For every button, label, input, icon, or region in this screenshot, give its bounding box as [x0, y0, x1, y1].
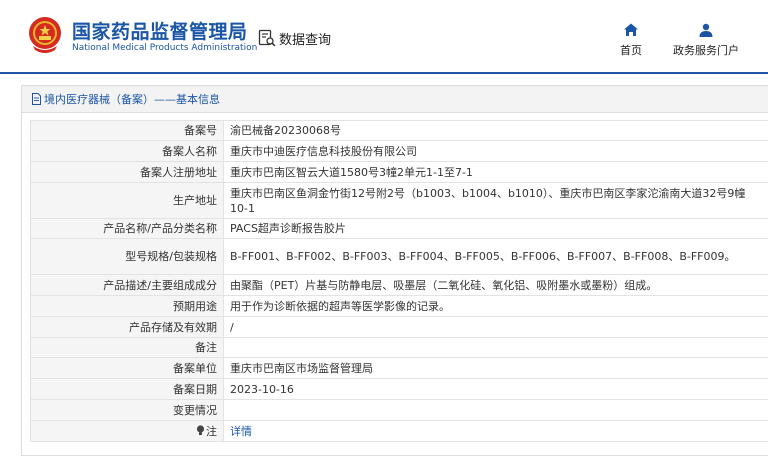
field-value: 2023-10-16 — [223, 378, 768, 400]
document-search-icon — [258, 29, 276, 47]
user-icon — [699, 23, 713, 37]
field-label: 备案人注册地址 — [30, 161, 224, 183]
panel-header: 境内医疗器械（备案）——基本信息 — [22, 86, 768, 113]
field-value: B-FF001、B-FF002、B-FF003、B-FF004、B-FF005、… — [223, 238, 768, 275]
table-row: 产品存储及有效期 / — [30, 316, 768, 338]
table-row: 注 详情 — [30, 420, 768, 442]
field-label: 产品名称/产品分类名称 — [30, 218, 224, 239]
field-value: 重庆市巴南区鱼洞金竹街12号附2号（b1003、b1004、b1010）、重庆市… — [223, 182, 768, 219]
note-label: 注 — [206, 424, 217, 438]
note-value-cell: 详情 — [223, 420, 768, 442]
table-row: 备案号 渝巴械备20230068号 — [30, 120, 768, 141]
field-label: 型号规格/包装规格 — [30, 238, 224, 275]
field-label: 备案日期 — [30, 378, 224, 400]
table-row: 生产地址 重庆市巴南区鱼洞金竹街12号附2号（b1003、b1004、b1010… — [30, 182, 768, 219]
table-row: 备注 — [30, 337, 768, 358]
table-row: 备案单位 重庆市巴南区市场监督管理局 — [30, 357, 768, 379]
field-label: 产品描述/主要组成成分 — [30, 274, 224, 296]
site-subtitle: National Medical Products Administration — [72, 43, 258, 53]
field-value: 重庆市中迪医疗信息科技股份有限公司 — [223, 140, 768, 162]
field-value — [223, 337, 768, 358]
table-row: 预期用途 用于作为诊断依据的超声等医学影像的记录。 — [30, 295, 768, 317]
note-label-cell: 注 — [30, 420, 224, 442]
field-value: 由聚酯（PET）片基与防静电层、吸墨层（二氧化硅、氧化铝、吸附墨水或墨粉）组成。 — [223, 274, 768, 296]
field-label: 备注 — [30, 337, 224, 358]
table-row: 备案人名称 重庆市中迪医疗信息科技股份有限公司 — [30, 140, 768, 162]
field-value: 重庆市巴南区智云大道1580号3幢2单元1-1至7-1 — [223, 161, 768, 183]
field-value: 用于作为诊断依据的超声等医学影像的记录。 — [223, 295, 768, 317]
breadcrumb: 境内医疗器械（备案）——基本信息 — [44, 93, 220, 106]
field-label: 预期用途 — [30, 295, 224, 317]
table-row: 产品描述/主要组成成分 由聚酯（PET）片基与防静电层、吸墨层（二氧化硅、氧化铝… — [30, 274, 768, 296]
field-value: 渝巴械备20230068号 — [223, 120, 768, 141]
nav-gov-service-label: 政务服务门户 — [673, 44, 739, 57]
document-icon — [32, 93, 41, 105]
nav-gov-service-portal[interactable]: 政务服务门户 — [673, 22, 739, 58]
nav-home[interactable]: 首页 — [620, 22, 642, 58]
field-label: 产品存储及有效期 — [30, 316, 224, 338]
field-label: 备案号 — [30, 120, 224, 141]
field-label: 生产地址 — [30, 182, 224, 219]
site-title[interactable]: 国家药品监督管理局 — [72, 17, 248, 44]
field-label: 备案人名称 — [30, 140, 224, 162]
field-label: 备案单位 — [30, 357, 224, 379]
header-divider — [0, 72, 768, 74]
data-query-link[interactable]: 数据查询 — [258, 28, 331, 48]
table-row: 型号规格/包装规格 B-FF001、B-FF002、B-FF003、B-FF00… — [30, 238, 768, 275]
data-query-label: 数据查询 — [279, 32, 332, 48]
field-value — [223, 399, 768, 421]
table-row: 备案人注册地址 重庆市巴南区智云大道1580号3幢2单元1-1至7-1 — [30, 161, 768, 183]
record-table: 备案号 渝巴械备20230068号 备案人名称 重庆市中迪医疗信息科技股份有限公… — [30, 120, 768, 442]
site-header: 国家药品监督管理局 National Medical Products Admi… — [0, 0, 768, 72]
national-emblem-icon — [29, 17, 61, 53]
field-value: 重庆市巴南区市场监督管理局 — [223, 357, 768, 379]
record-panel: 境内医疗器械（备案）——基本信息 备案号 渝巴械备20230068号 备案人名称… — [21, 85, 768, 456]
lightbulb-icon — [196, 424, 205, 435]
details-link[interactable]: 详情 — [230, 425, 252, 438]
field-label: 变更情况 — [30, 399, 224, 421]
table-row: 备案日期 2023-10-16 — [30, 378, 768, 400]
field-value: PACS超声诊断报告胶片 — [223, 218, 768, 239]
table-row: 变更情况 — [30, 399, 768, 421]
nav-home-label: 首页 — [620, 44, 642, 57]
field-value: / — [223, 316, 768, 338]
table-row: 产品名称/产品分类名称 PACS超声诊断报告胶片 — [30, 218, 768, 239]
home-icon — [624, 23, 638, 36]
